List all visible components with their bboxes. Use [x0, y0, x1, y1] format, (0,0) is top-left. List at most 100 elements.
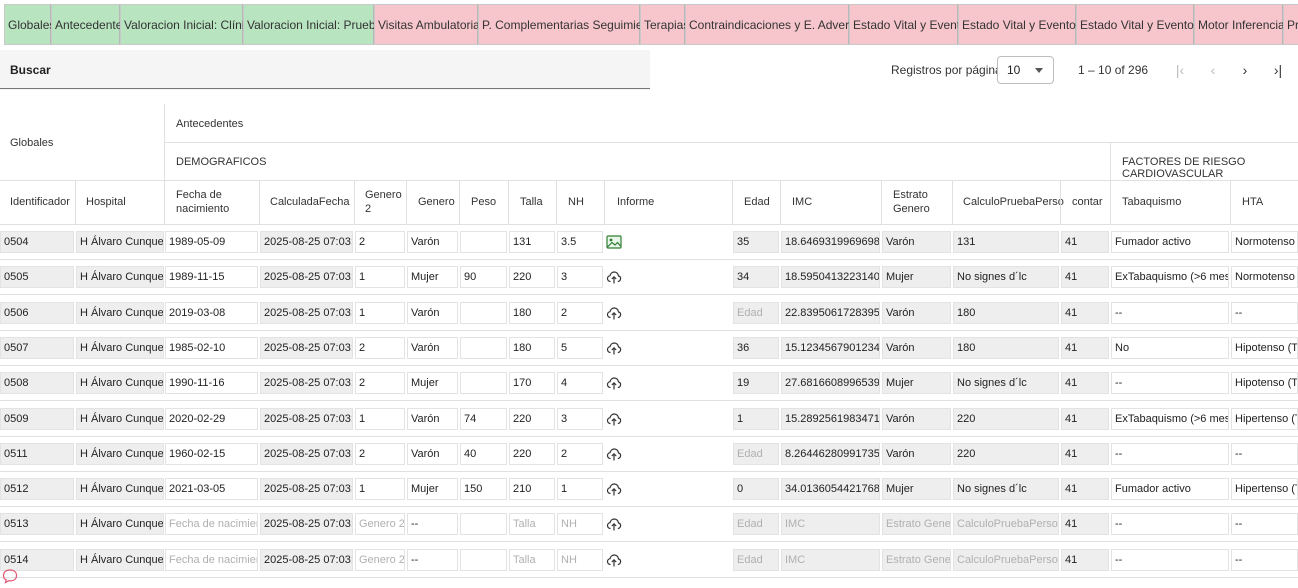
table-row[interactable]: 0514H Álvaro CunqueiroFecha de nacimient…	[0, 543, 1298, 578]
cell-tabaquismo[interactable]: Fumador activo	[1111, 231, 1229, 253]
cell-fecha[interactable]: 1990-11-16	[165, 372, 258, 395]
cell-peso[interactable]: 90	[460, 266, 507, 289]
cell-contar[interactable]: 41	[1061, 513, 1109, 536]
cell-genero2[interactable]: Genero 2	[355, 513, 405, 536]
cell-fecha[interactable]: Fecha de nacimiento	[165, 513, 258, 536]
cell-calculada[interactable]: 2025-08-25 07:03:23	[260, 478, 353, 501]
cell-genero[interactable]: --	[407, 513, 458, 536]
cell-fecha[interactable]: 1985-02-10	[165, 336, 258, 359]
cell-genero[interactable]: Mujer	[407, 478, 458, 501]
last-page-icon[interactable]: ›|	[1270, 62, 1286, 78]
tab-valoracion-inicial-pruebas[interactable]: Valoracion Inicial: Pruebas	[243, 4, 388, 45]
upload-icon[interactable]	[606, 446, 622, 462]
cell-calculo[interactable]: No signes d´lc	[953, 266, 1059, 289]
tab-prue[interactable]: Prue	[1283, 4, 1298, 45]
cell-genero2[interactable]: 1	[355, 478, 405, 501]
search-label[interactable]: Buscar	[10, 63, 51, 77]
cell-id[interactable]: 0509	[0, 407, 74, 430]
cell-hta[interactable]: --	[1231, 442, 1298, 465]
cell-talla[interactable]: 220	[509, 266, 555, 289]
search-bar[interactable]	[0, 50, 650, 89]
cell-fecha[interactable]: 1989-11-15	[165, 266, 258, 289]
upload-icon[interactable]	[606, 516, 622, 532]
cell-estrato[interactable]: Varón	[882, 407, 951, 430]
image-thumbnail-icon[interactable]	[606, 234, 622, 250]
tab-p-complementarias-seguimiento[interactable]: P. Complementarias Seguimiento	[478, 4, 659, 45]
cell-talla[interactable]: 180	[509, 301, 555, 324]
cell-contar[interactable]: 41	[1061, 336, 1109, 359]
tab-estado-vital-y-eventos-2[interactable]: Estado Vital y Eventos 2	[958, 4, 1092, 45]
cell-tabaquismo[interactable]: --	[1111, 301, 1229, 324]
cell-tabaquismo[interactable]: --	[1111, 372, 1229, 395]
cell-tabaquismo[interactable]: --	[1111, 513, 1229, 536]
cell-calculada[interactable]: 2025-08-25 07:03:23	[260, 372, 353, 395]
cell-contar[interactable]: 41	[1061, 442, 1109, 465]
cell-nh[interactable]: 3.5	[557, 231, 603, 253]
tab-estado-vital-y-eventos[interactable]: Estado Vital y Eventos	[849, 4, 973, 45]
cell-imc[interactable]: 22.839506172839503	[781, 301, 880, 324]
cell-talla[interactable]: 170	[509, 372, 555, 395]
cell-calculada[interactable]: 2025-08-25 07:03:23	[260, 231, 353, 253]
cell-nh[interactable]: 3	[557, 407, 603, 430]
table-row[interactable]: 0509H Álvaro Cunqueiro2020-02-292025-08-…	[0, 402, 1298, 437]
cell-estrato[interactable]: Estrato Genero	[882, 548, 951, 571]
tab-antecedentes[interactable]: Antecedentes	[51, 4, 128, 45]
cell-talla[interactable]: Talla	[509, 548, 555, 571]
cell-calculo[interactable]: 180	[953, 336, 1059, 359]
cell-contar[interactable]: 41	[1061, 231, 1109, 253]
cell-genero2[interactable]: 2	[355, 442, 405, 465]
tab-estado-vital-y-eventos-3[interactable]: Estado Vital y Eventos 3	[1076, 4, 1210, 45]
cell-estrato[interactable]: Estrato Genero	[882, 513, 951, 536]
cell-calculada[interactable]: 2025-08-25 07:03:23	[260, 442, 353, 465]
cell-imc[interactable]: 15.289256198347108	[781, 407, 880, 430]
cell-genero2[interactable]: 2	[355, 372, 405, 395]
cell-imc[interactable]: 15.123456790123456	[781, 336, 880, 359]
cell-id[interactable]: 0513	[0, 513, 74, 536]
cell-edad[interactable]: 34	[733, 266, 779, 289]
column-header-id[interactable]: Identificador	[10, 188, 74, 216]
cell-hospital[interactable]: H Álvaro Cunqueiro	[76, 301, 164, 324]
cell-nh[interactable]: 2	[557, 301, 603, 324]
cell-hospital[interactable]: H Álvaro Cunqueiro	[76, 478, 164, 501]
cell-id[interactable]: 0505	[0, 266, 74, 289]
previous-page-icon[interactable]: ‹	[1205, 62, 1221, 78]
column-header-edad[interactable]: Edad	[744, 188, 779, 216]
cell-hospital[interactable]: H Álvaro Cunqueiro	[76, 372, 164, 395]
column-header-calculada[interactable]: CalculadaFecha	[270, 188, 353, 216]
cell-estrato[interactable]: Varón	[882, 336, 951, 359]
cell-tabaquismo[interactable]: No	[1111, 336, 1229, 359]
cell-hospital[interactable]: H Álvaro Cunqueiro	[76, 513, 164, 536]
first-page-icon[interactable]: |‹	[1172, 62, 1188, 78]
cell-calculada[interactable]: 2025-08-25 07:03:23	[260, 336, 353, 359]
cell-fecha[interactable]: 2021-03-05	[165, 478, 258, 501]
cell-calculada[interactable]: 2025-08-25 07:03:23	[260, 266, 353, 289]
cell-hta[interactable]: Hipertenso (TA	[1231, 478, 1298, 501]
column-header-peso[interactable]: Peso	[471, 188, 507, 216]
column-header-contar[interactable]: contar	[1072, 188, 1109, 216]
cell-estrato[interactable]: Mujer	[882, 266, 951, 289]
cell-id[interactable]: 0512	[0, 478, 74, 501]
cell-calculo[interactable]: 131	[953, 231, 1059, 253]
cell-id[interactable]: 0504	[0, 231, 74, 253]
cell-edad[interactable]: 35	[733, 231, 779, 253]
cell-contar[interactable]: 41	[1061, 266, 1109, 289]
cell-genero2[interactable]: 2	[355, 336, 405, 359]
cell-imc[interactable]: 18.59504132231405	[781, 266, 880, 289]
cell-genero[interactable]: --	[407, 548, 458, 571]
tab-valoracion-inicial-clínica[interactable]: Valoracion Inicial: Clínica	[120, 4, 257, 45]
cell-fecha[interactable]: 2019-03-08	[165, 301, 258, 324]
cell-nh[interactable]: NH	[557, 548, 603, 571]
table-row[interactable]: 0505H Álvaro Cunqueiro1989-11-152025-08-…	[0, 260, 1298, 296]
cell-calculada[interactable]: 2025-08-25 07:03:23	[260, 548, 353, 571]
cell-fecha[interactable]: 1960-02-15	[165, 442, 258, 465]
cell-genero[interactable]: Varón	[407, 301, 458, 324]
cell-imc[interactable]: 34.01360544217687	[781, 478, 880, 501]
cell-estrato[interactable]: Mujer	[882, 372, 951, 395]
cell-estrato[interactable]: Varón	[882, 442, 951, 465]
cell-edad[interactable]: Edad	[733, 301, 779, 324]
cell-imc[interactable]: IMC	[781, 513, 880, 536]
cell-hta[interactable]: Hipotenso (TAs	[1231, 336, 1298, 359]
upload-icon[interactable]	[606, 340, 622, 356]
upload-icon[interactable]	[606, 375, 622, 391]
column-header-talla[interactable]: Talla	[520, 188, 555, 216]
